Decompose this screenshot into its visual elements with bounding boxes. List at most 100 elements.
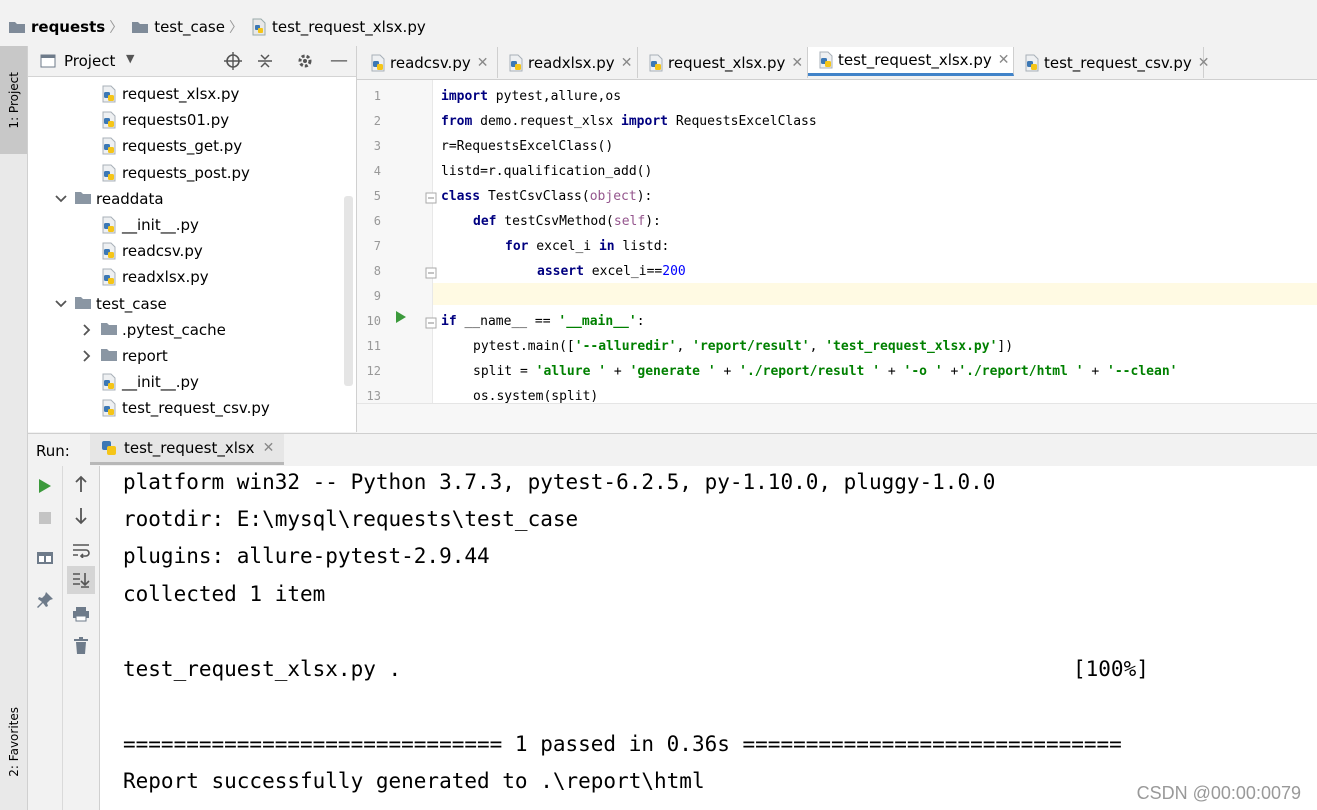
editor-tab[interactable]: readcsv.py ✕ bbox=[360, 47, 498, 78]
code-token: class bbox=[441, 189, 481, 204]
scroll-down-button[interactable] bbox=[67, 502, 95, 530]
gear-icon[interactable] bbox=[296, 52, 314, 70]
code-token: __name__ == bbox=[456, 314, 559, 329]
pin-button[interactable] bbox=[31, 586, 59, 614]
folder-icon bbox=[74, 190, 92, 208]
minimize-icon[interactable]: — bbox=[330, 50, 348, 71]
code-token: from bbox=[441, 114, 473, 129]
project-panel-title[interactable]: Project bbox=[64, 52, 115, 70]
tree-item[interactable]: requests_get.py bbox=[28, 133, 242, 159]
locate-icon[interactable] bbox=[224, 52, 242, 70]
tree-item[interactable]: __init__.py bbox=[28, 369, 199, 395]
code-line: from demo.request_xlsx import RequestsEx… bbox=[441, 113, 817, 131]
run-gutter-icon[interactable] bbox=[395, 310, 407, 324]
run-config-tab[interactable]: test_request_xlsx ✕ bbox=[90, 434, 285, 465]
stop-icon bbox=[38, 511, 52, 525]
tree-item[interactable]: readdata bbox=[28, 186, 164, 212]
run-toolbar-primary bbox=[28, 466, 63, 810]
breadcrumb-requests[interactable]: requests bbox=[8, 18, 105, 36]
close-icon[interactable]: ✕ bbox=[263, 440, 275, 456]
chevron-down-icon[interactable] bbox=[54, 192, 68, 206]
console-progress: [100%] bbox=[1073, 657, 1149, 681]
close-icon[interactable]: ✕ bbox=[791, 55, 803, 71]
chevron-down-icon[interactable]: ▼ bbox=[126, 52, 134, 65]
run-label: Run: bbox=[36, 442, 70, 460]
print-button[interactable] bbox=[67, 600, 95, 628]
clear-all-button[interactable] bbox=[67, 632, 95, 660]
editor-tab[interactable]: readxlsx.py ✕ bbox=[498, 47, 638, 78]
tree-item[interactable]: __init__.py bbox=[28, 212, 199, 238]
menu-bar bbox=[0, 0, 1317, 8]
tree-item[interactable]: requests_post.py bbox=[28, 160, 250, 186]
code-token: + bbox=[880, 364, 904, 379]
layout-button[interactable] bbox=[31, 544, 59, 572]
code-editor[interactable]: 1 2 3 4 5 6 7 8 9 10 11 12 13 import pytest,allure,o… bbox=[357, 80, 1317, 403]
chevron-right-icon[interactable] bbox=[80, 349, 94, 363]
favorites-tool-tab-label: 2: Favorites bbox=[6, 707, 21, 777]
tree-item-label: test_case bbox=[96, 294, 167, 313]
fold-marker-icon[interactable] bbox=[425, 267, 437, 279]
code-token: : bbox=[636, 314, 645, 329]
line-number: 6 bbox=[373, 214, 381, 228]
favorites-tool-tab[interactable]: 2: Favorites bbox=[0, 692, 27, 792]
chevron-right-icon[interactable] bbox=[80, 323, 94, 337]
tree-item[interactable]: .pytest_cache bbox=[28, 317, 226, 343]
python-file-icon bbox=[818, 51, 834, 69]
tree-item[interactable]: readxlsx.py bbox=[28, 264, 209, 290]
code-line: os.system(split) bbox=[473, 389, 599, 403]
breadcrumb-file[interactable]: test_request_xlsx.py bbox=[251, 18, 426, 36]
breadcrumb-test-case[interactable]: test_case bbox=[131, 18, 225, 36]
editor-tab[interactable]: test_request_xlsx.py ✕ bbox=[808, 47, 1014, 76]
code-token: 'test_request_xlsx.py' bbox=[825, 339, 998, 354]
watermark: CSDN @00:00:0079 bbox=[1136, 783, 1301, 803]
tree-item[interactable]: requests01.py bbox=[28, 107, 229, 133]
code-token: '__main__' bbox=[558, 314, 637, 329]
fold-marker-icon[interactable] bbox=[425, 192, 437, 204]
fold-marker-icon[interactable] bbox=[425, 317, 437, 329]
line-number: 12 bbox=[366, 364, 381, 378]
python-file-icon bbox=[100, 399, 118, 417]
tree-item[interactable]: readcsv.py bbox=[28, 238, 203, 264]
code-token: + bbox=[942, 364, 959, 379]
python-file-icon bbox=[100, 268, 118, 286]
line-number: 5 bbox=[373, 189, 381, 203]
tree-item[interactable]: test_request_csv.py bbox=[28, 395, 270, 421]
tree-item[interactable]: report bbox=[28, 343, 168, 369]
code-token: + bbox=[715, 364, 740, 379]
tree-item[interactable]: test_case bbox=[28, 291, 167, 317]
scroll-to-end-icon bbox=[72, 571, 90, 589]
tree-scrollbar[interactable] bbox=[344, 196, 353, 386]
chevron-down-icon[interactable] bbox=[54, 297, 68, 311]
code-token: pytest.main([ bbox=[473, 339, 575, 354]
project-tool-tab[interactable]: 1: Project bbox=[0, 46, 27, 154]
breadcrumb-label: requests bbox=[31, 18, 106, 36]
scroll-up-button[interactable] bbox=[67, 470, 95, 498]
editor-tab[interactable]: test_request_csv.py ✕ bbox=[1014, 47, 1210, 78]
rerun-button[interactable] bbox=[31, 472, 59, 500]
close-icon[interactable]: ✕ bbox=[1198, 55, 1210, 71]
code-token: listd: bbox=[614, 239, 670, 254]
code-line: class TestCsvClass(object): bbox=[441, 188, 652, 206]
close-icon[interactable]: ✕ bbox=[998, 52, 1010, 68]
close-icon[interactable]: ✕ bbox=[477, 55, 489, 71]
code-token: './report/html ' bbox=[958, 364, 1084, 379]
editor-tab-bar: readcsv.py ✕ readxlsx.py ✕ request_xlsx.py ✕ t… bbox=[357, 46, 1317, 80]
soft-wrap-button[interactable] bbox=[67, 536, 95, 564]
project-tool-tab-label: 1: Project bbox=[6, 71, 21, 129]
tree-item[interactable]: request_xlsx.py bbox=[28, 81, 239, 107]
stop-button[interactable] bbox=[31, 504, 59, 532]
code-line: import pytest,allure,os bbox=[441, 88, 621, 106]
code-token: TestCsvClass( bbox=[480, 189, 590, 204]
editor-tab-label: test_request_csv.py bbox=[1044, 53, 1192, 72]
trash-icon bbox=[73, 637, 89, 655]
breadcrumb: requests 〉 test_case 〉 test_request_xlsx… bbox=[0, 8, 1317, 47]
editor-tab[interactable]: request_xlsx.py ✕ bbox=[638, 47, 808, 78]
console-line: collected 1 item bbox=[123, 582, 326, 606]
collapse-all-icon[interactable] bbox=[256, 52, 274, 70]
run-console[interactable]: platform win32 -- Python 3.7.3, pytest-6… bbox=[100, 466, 1317, 810]
run-toolbar-secondary bbox=[63, 466, 100, 810]
close-icon[interactable]: ✕ bbox=[621, 55, 633, 71]
scroll-to-end-button[interactable] bbox=[67, 566, 95, 594]
